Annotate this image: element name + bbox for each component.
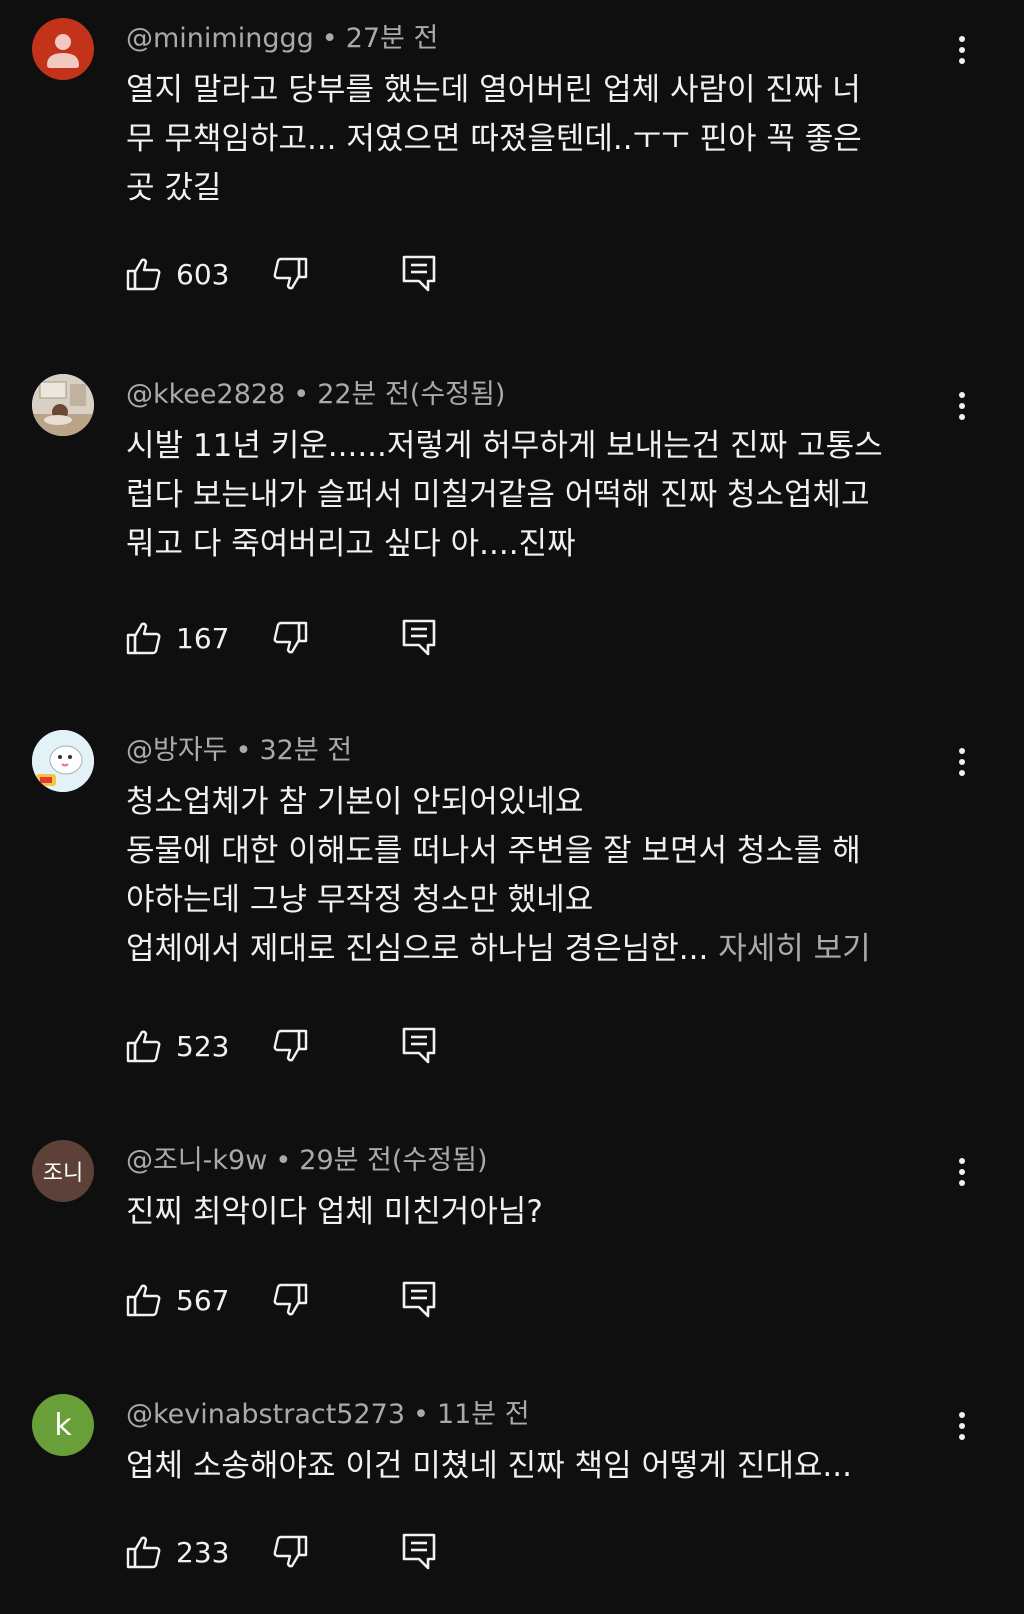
avatar-initials: 조니 [42, 1161, 84, 1186]
author-name[interactable]: @조니-k9w [126, 1145, 267, 1176]
avatar[interactable]: 조니 [32, 1140, 94, 1202]
comment-actions: 233 [126, 1532, 466, 1572]
comment-text: 청소업체가 참 기본이 안되어있네요 동물에 대한 이해도를 떠나서 주변을 잘… [126, 778, 946, 974]
separator-dot: • [235, 735, 252, 766]
comment-line: 업체에서 제대로 진심으로 하나님 경은님한... 자세히 보기 [126, 925, 946, 974]
like-count: 523 [176, 1029, 230, 1063]
comment-line: 진찌 최악이다 업체 미친거아님? [126, 1194, 543, 1230]
comment-time: 32분 전 [259, 735, 353, 766]
separator-dot: • [413, 1399, 429, 1430]
more-vertical-icon [959, 1412, 965, 1440]
comment-text: 진찌 최악이다 업체 미친거아님? [126, 1188, 946, 1237]
thumbs-up-icon [126, 622, 161, 655]
comment-header: @miniminggg • 27분 전 [126, 22, 438, 56]
comment-line: 업체 소송해야죠 이건 미쳤네 진짜 책임 어떻게 진대요... [126, 1448, 852, 1484]
separator-dot: • [321, 23, 338, 54]
photo-avatar-icon [32, 374, 94, 436]
comment-time: 22분 전(수정됨) [317, 379, 506, 410]
separator-dot: • [275, 1145, 292, 1176]
reply-icon [402, 1027, 436, 1064]
read-more-link[interactable]: 자세히 보기 [718, 931, 870, 967]
comment-line: 럽다 보는내가 슬퍼서 미칠거같음 어떡해 진짜 청소업체고 [126, 477, 870, 513]
thumbs-down-icon [273, 1535, 308, 1568]
separator-dot: • [293, 379, 310, 410]
dislike-button[interactable] [272, 618, 308, 658]
comment-line: 뭐고 다 죽여버리고 싶다 아....진짜 [126, 526, 576, 562]
like-button[interactable]: 603 [126, 254, 229, 294]
thumbs-up-icon [126, 1284, 161, 1317]
avatar[interactable] [32, 374, 94, 436]
more-options-button[interactable] [944, 32, 980, 68]
comment-header: @kkee2828 • 22분 전(수정됨) [126, 378, 505, 412]
reply-button[interactable] [402, 1280, 436, 1320]
more-options-button[interactable] [944, 1408, 980, 1444]
like-count: 603 [176, 257, 230, 291]
more-options-button[interactable] [944, 744, 980, 780]
reply-icon [402, 255, 436, 292]
author-name[interactable]: @miniminggg [126, 23, 314, 54]
more-options-button[interactable] [944, 1154, 980, 1190]
like-count: 167 [176, 621, 230, 655]
like-count: 233 [176, 1535, 230, 1569]
reply-button[interactable] [402, 1532, 436, 1572]
like-button[interactable]: 567 [126, 1280, 229, 1320]
comment-header: @kevinabstract5273 • 11분 전 [126, 1398, 530, 1432]
comment-line: 동물에 대한 이해도를 떠나서 주변을 잘 보면서 청소를 해 [126, 833, 861, 869]
more-vertical-icon [959, 392, 965, 420]
like-button[interactable]: 167 [126, 618, 229, 658]
comment-actions: 567 [126, 1280, 466, 1320]
reply-icon [402, 1281, 436, 1318]
reply-icon [402, 619, 436, 656]
dislike-button[interactable] [272, 1026, 308, 1066]
more-vertical-icon [959, 1158, 965, 1186]
more-vertical-icon [959, 748, 965, 776]
comment-header: @방자두 • 32분 전 [126, 734, 352, 768]
reply-icon [402, 1533, 436, 1570]
like-count: 567 [176, 1283, 230, 1317]
comment-line: 청소업체가 참 기본이 안되어있네요 [126, 784, 584, 820]
comment-time: 29분 전(수정됨) [299, 1145, 488, 1176]
author-name[interactable]: @kkee2828 [126, 379, 285, 410]
comment-line: 곳 갔길 [126, 170, 222, 206]
comment-text: 업체 소송해야죠 이건 미쳤네 진짜 책임 어떻게 진대요... [126, 1442, 946, 1491]
reply-button[interactable] [402, 254, 436, 294]
comment-actions: 523 [126, 1026, 466, 1066]
default-user-icon [47, 34, 79, 68]
avatar[interactable]: k [32, 1394, 94, 1456]
thumbs-up-icon [126, 258, 161, 291]
comment-line: 무 무책임하고... 저였으면 따졌을텐데..ㅜㅜ 핀아 꼭 좋은 [126, 121, 862, 157]
dislike-button[interactable] [272, 1280, 308, 1320]
comment-actions: 603 [126, 254, 466, 294]
comment-header: @조니-k9w • 29분 전(수정됨) [126, 1144, 487, 1178]
dislike-button[interactable] [272, 254, 308, 294]
comment-text: 열지 말라고 당부를 했는데 열어버린 업체 사람이 진짜 너 무 무책임하고.… [126, 66, 946, 213]
thumbs-down-icon [273, 1029, 308, 1062]
like-button[interactable]: 233 [126, 1532, 229, 1572]
thumbs-up-icon [126, 1030, 161, 1063]
avatar[interactable] [32, 18, 94, 80]
avatar-initials: k [54, 1407, 72, 1443]
comment-line: 시발 11년 키운......저렇게 허무하게 보내는건 진짜 고통스 [126, 428, 883, 464]
comment-text: 시발 11년 키운......저렇게 허무하게 보내는건 진짜 고통스 럽다 보… [126, 422, 946, 569]
like-button[interactable]: 523 [126, 1026, 229, 1066]
comment-time: 27분 전 [345, 23, 439, 54]
comment-line: 열지 말라고 당부를 했는데 열어버린 업체 사람이 진짜 너 [126, 72, 861, 108]
more-options-button[interactable] [944, 388, 980, 424]
illustration-avatar-icon [32, 730, 94, 792]
avatar[interactable] [32, 730, 94, 792]
thumbs-down-icon [273, 257, 308, 290]
thumbs-down-icon [273, 1283, 308, 1316]
comment-actions: 167 [126, 618, 466, 658]
thumbs-up-icon [126, 1536, 161, 1569]
more-vertical-icon [959, 36, 965, 64]
author-name[interactable]: @방자두 [126, 735, 228, 766]
dislike-button[interactable] [272, 1532, 308, 1572]
comment-line-text: 업체에서 제대로 진심으로 하나님 경은님한... [126, 931, 709, 967]
comment-line: 야하는데 그냥 무작정 청소만 했네요 [126, 882, 594, 918]
reply-button[interactable] [402, 618, 436, 658]
reply-button[interactable] [402, 1026, 436, 1066]
thumbs-down-icon [273, 621, 308, 654]
comment-time: 11분 전 [436, 1399, 530, 1430]
author-name[interactable]: @kevinabstract5273 [126, 1399, 405, 1430]
